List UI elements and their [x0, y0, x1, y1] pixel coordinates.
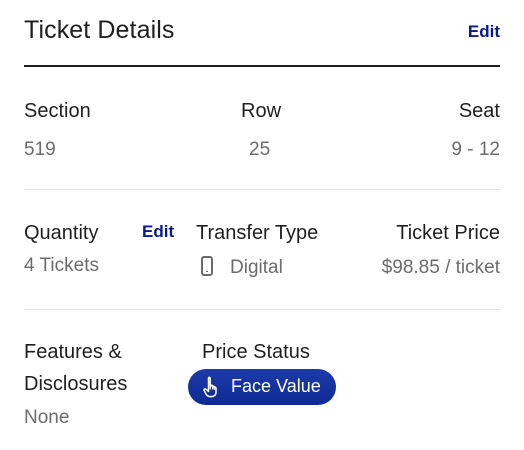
quantity-value: 4 Tickets — [24, 255, 99, 276]
transfer-type-label: Transfer Type — [196, 222, 319, 244]
ticket-details-card: Ticket Details Edit Section 519 Row 25 S… — [24, 0, 500, 450]
face-value-badge: Face Value — [188, 369, 336, 405]
page-title: Ticket Details — [24, 16, 175, 44]
ticket-price-label: Ticket Price — [396, 222, 500, 244]
row-value: 25 — [249, 139, 271, 160]
seat-label: Seat — [458, 100, 500, 122]
transfer-type-value: Digital — [230, 257, 283, 278]
ticket-price-value: $98.85 / ticket — [381, 257, 500, 278]
section-divider-2 — [24, 309, 500, 310]
features-value: None — [24, 407, 70, 428]
mobile-phone-icon — [201, 256, 213, 276]
hand-pointing-up-icon — [203, 376, 217, 398]
features-label-line1: Features & — [24, 341, 122, 363]
face-value-badge-label: Face Value — [231, 376, 321, 396]
features-label-line2: Disclosures — [24, 373, 128, 395]
quantity-label: Quantity — [24, 222, 99, 244]
price-status-label: Price Status — [202, 341, 310, 363]
card-header: Ticket Details Edit — [24, 14, 500, 50]
section-value: 519 — [24, 139, 56, 160]
row-label: Row — [241, 100, 282, 122]
header-divider — [24, 65, 500, 67]
seat-value: 9 - 12 — [451, 139, 500, 160]
edit-ticket-details-button[interactable]: Edit — [468, 22, 500, 42]
section-divider-1 — [24, 189, 500, 190]
section-label: Section — [24, 100, 91, 122]
edit-quantity-button[interactable]: Edit — [142, 222, 174, 242]
